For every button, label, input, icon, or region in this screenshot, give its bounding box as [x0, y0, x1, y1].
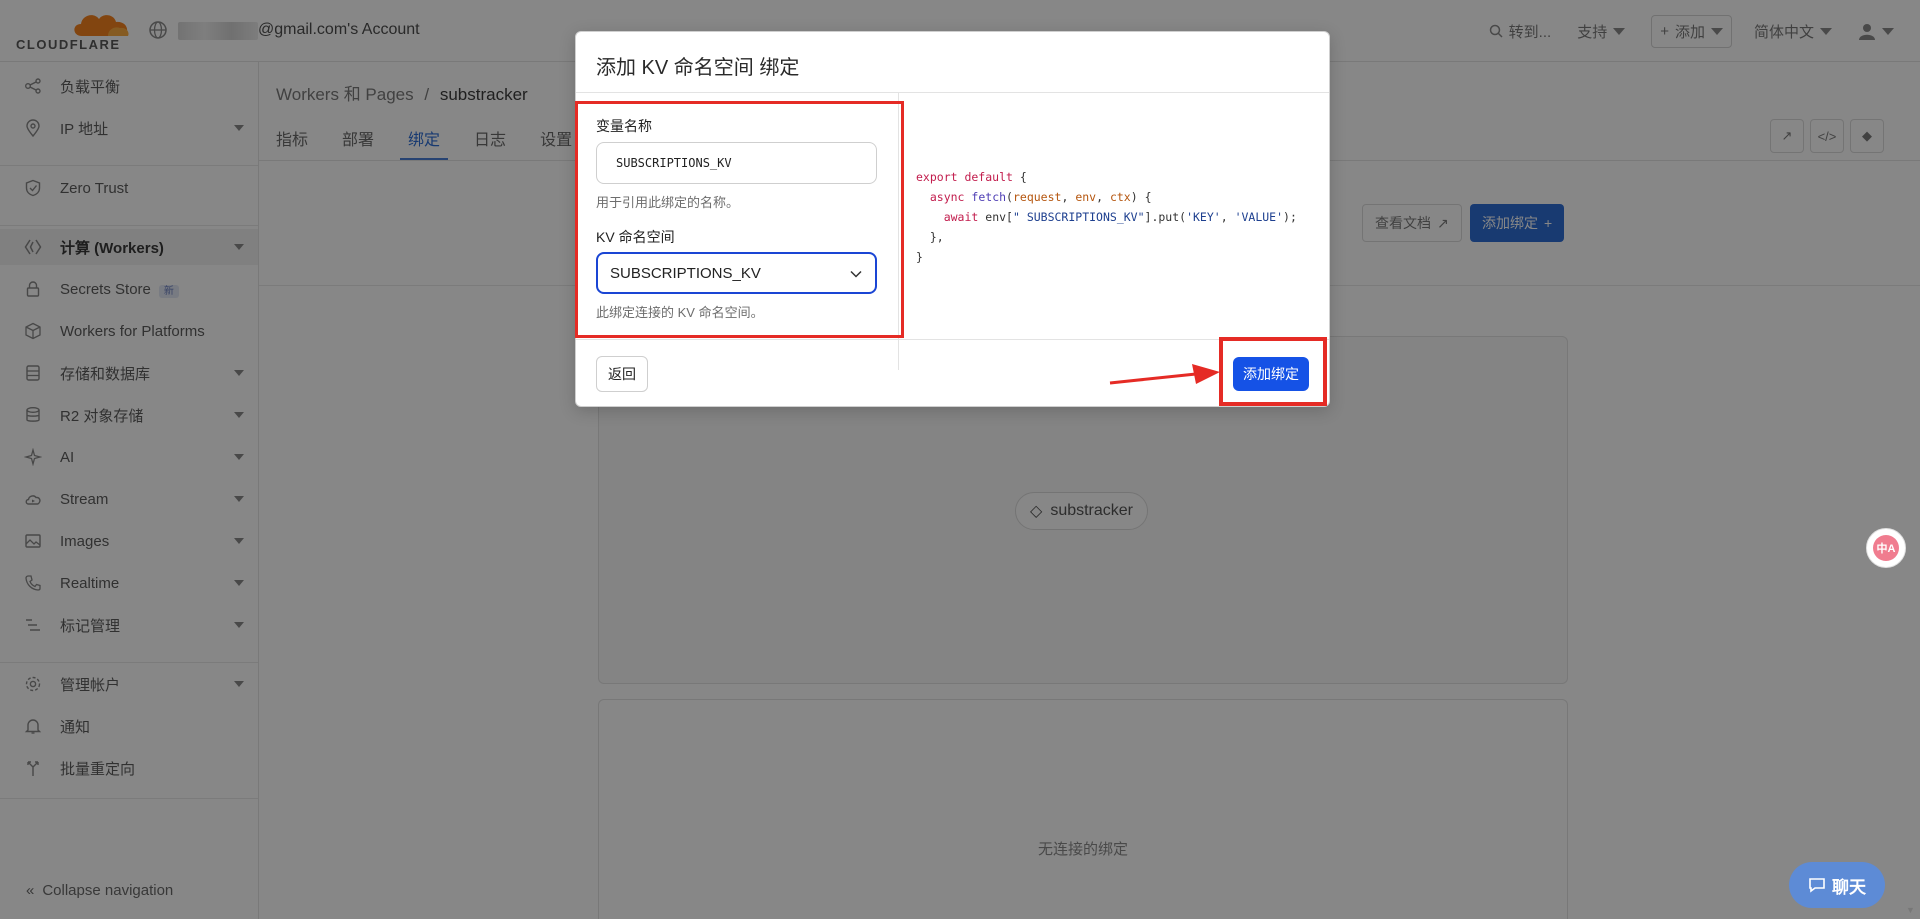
- back-button[interactable]: 返回: [596, 356, 648, 392]
- dialog-title: 添加 KV 命名空间 绑定: [596, 57, 800, 79]
- dialog-header-divider: [576, 92, 1329, 93]
- dialog-footer-divider: [576, 339, 1329, 340]
- annotation-highlight-form: [575, 101, 904, 338]
- chat-button[interactable]: 聊天: [1789, 862, 1885, 908]
- annotation-arrow-icon: [1109, 364, 1220, 385]
- code-snippet: export default { async fetch(request, en…: [916, 170, 1297, 264]
- annotation-highlight-button: [1219, 337, 1327, 406]
- translate-icon: 中A: [1873, 535, 1899, 561]
- chat-label: 聊天: [1832, 877, 1866, 897]
- translate-button[interactable]: 中A: [1866, 528, 1906, 568]
- chat-bubble-icon: [1809, 878, 1825, 893]
- scroll-down-arrow-icon[interactable]: ▼: [1906, 905, 1915, 915]
